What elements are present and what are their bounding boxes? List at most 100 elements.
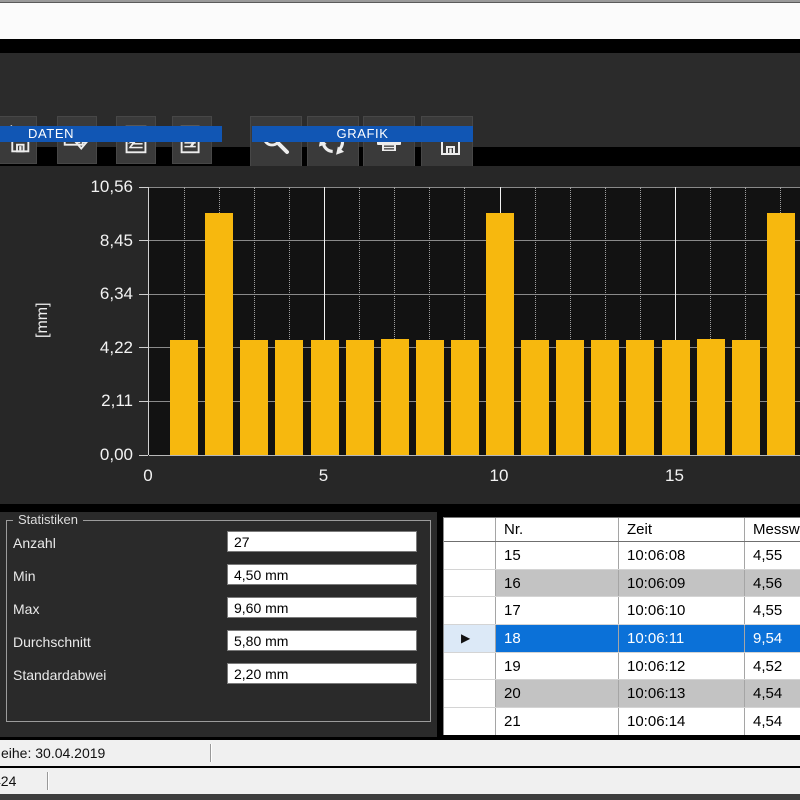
cell-zeit[interactable]: 10:06:08 xyxy=(619,542,745,569)
stat-field-anzahl[interactable] xyxy=(227,531,417,552)
row-header-cell[interactable] xyxy=(444,570,496,597)
status-separator xyxy=(47,772,49,790)
cell-messwert[interactable]: 4,56 xyxy=(745,570,800,597)
table-row[interactable]: 21 10:06:14 4,54 xyxy=(444,708,800,735)
y-axis-tick xyxy=(139,455,148,456)
measurement-bar xyxy=(451,340,479,455)
measurement-bar xyxy=(626,340,654,455)
toolbar-group-grafik-label: GRAFIK xyxy=(252,126,473,142)
status-serial-text: 424 xyxy=(0,768,16,794)
y-axis-tick xyxy=(139,240,148,241)
stat-field-standardabwei[interactable] xyxy=(227,663,417,684)
stat-field-durchschnitt[interactable] xyxy=(227,630,417,651)
measurement-bar xyxy=(170,340,198,455)
table-header-zeit[interactable]: Zeit xyxy=(619,518,745,541)
cell-messwert[interactable]: 9,54 xyxy=(745,625,800,652)
y-axis-tick xyxy=(139,347,148,348)
table-row[interactable]: 16 10:06:09 4,56 xyxy=(444,570,800,598)
y-tick-label: 2,11 xyxy=(60,391,133,411)
toolbar-group-daten-label: DATEN xyxy=(0,126,222,142)
table-header-row: Nr. Zeit Messwert xyxy=(444,518,800,542)
cell-messwert[interactable]: 4,55 xyxy=(745,542,800,569)
stat-field-min[interactable] xyxy=(227,564,417,585)
stat-label-durchschnitt: Durchschnitt xyxy=(13,633,91,651)
refresh-button[interactable] xyxy=(307,116,359,168)
x-tick-label: 0 xyxy=(128,466,168,486)
measurement-bar xyxy=(662,340,690,455)
cell-messwert[interactable]: 4,54 xyxy=(745,680,800,707)
row-header-cell[interactable] xyxy=(444,597,496,624)
table-row-selected[interactable]: ▶ 18 10:06:11 9,54 xyxy=(444,625,800,653)
table-row[interactable]: 17 10:06:10 4,55 xyxy=(444,597,800,625)
cell-zeit[interactable]: 10:06:09 xyxy=(619,570,745,597)
status-bar-date: eihe: 30.04.2019 xyxy=(0,740,800,766)
cell-nr[interactable]: 18 xyxy=(496,625,619,652)
cell-messwert[interactable]: 4,55 xyxy=(745,597,800,624)
cell-nr[interactable]: 17 xyxy=(496,597,619,624)
print-button[interactable] xyxy=(363,116,415,168)
status-date-text: eihe: 30.04.2019 xyxy=(1,740,105,766)
zoom-button[interactable] xyxy=(250,116,302,168)
table-header-nr[interactable]: Nr. xyxy=(496,518,619,541)
measurement-bar xyxy=(416,340,444,455)
toolbar: DATEN GRAFIK xyxy=(0,53,800,147)
status-bar-serial: 424 xyxy=(0,768,800,794)
row-header-cell-current[interactable]: ▶ xyxy=(444,625,496,652)
table-row[interactable]: 15 10:06:08 4,55 xyxy=(444,542,800,570)
measurement-bar xyxy=(697,339,725,455)
current-row-indicator-icon: ▶ xyxy=(461,625,470,652)
window-bottom-strip xyxy=(0,794,800,800)
cell-messwert[interactable]: 4,52 xyxy=(745,653,800,680)
daten-label: DATEN xyxy=(28,126,74,141)
y-tick-label: 6,34 xyxy=(60,284,133,304)
row-header-cell[interactable] xyxy=(444,680,496,707)
measurement-bar xyxy=(205,213,233,455)
y-tick-label: 0,00 xyxy=(60,445,133,465)
table-header-messwert[interactable]: Messwert xyxy=(745,518,800,541)
stat-label-max: Max xyxy=(13,600,39,618)
title-strip xyxy=(0,3,800,39)
y-tick-label: 4,22 xyxy=(60,338,133,358)
cell-zeit[interactable]: 10:06:13 xyxy=(619,680,745,707)
gridline-horizontal xyxy=(149,294,800,295)
measurement-bar xyxy=(346,340,374,455)
stat-field-max[interactable] xyxy=(227,597,417,618)
stat-label-min: Min xyxy=(13,567,36,585)
cell-messwert[interactable]: 4,54 xyxy=(745,708,800,735)
cell-nr[interactable]: 20 xyxy=(496,680,619,707)
table-header-rowselector[interactable] xyxy=(444,518,496,541)
bar-chart-plot-area xyxy=(148,187,800,455)
gridline-horizontal xyxy=(149,187,800,188)
cell-zeit[interactable]: 10:06:11 xyxy=(619,625,745,652)
cell-nr[interactable]: 19 xyxy=(496,653,619,680)
measurement-bar xyxy=(275,340,303,455)
measurement-bar xyxy=(591,340,619,455)
cell-zeit[interactable]: 10:06:12 xyxy=(619,653,745,680)
y-axis-tick xyxy=(139,401,148,402)
gridline-horizontal xyxy=(149,240,800,241)
statistics-groupbox-title: Statistiken xyxy=(13,512,83,527)
table-row[interactable]: 20 10:06:13 4,54 xyxy=(444,680,800,708)
cell-nr[interactable]: 21 xyxy=(496,708,619,735)
measurement-bar xyxy=(311,340,339,455)
cell-zeit[interactable]: 10:06:14 xyxy=(619,708,745,735)
measurement-bar xyxy=(767,213,795,455)
table-row[interactable]: 19 10:06:12 4,52 xyxy=(444,653,800,681)
measurement-table: Nr. Zeit Messwert 15 10:06:08 4,55 16 10… xyxy=(443,517,800,735)
measurement-bar xyxy=(486,213,514,455)
measurement-bar xyxy=(521,340,549,455)
measurement-bar xyxy=(381,339,409,455)
row-header-cell[interactable] xyxy=(444,708,496,735)
chart-y-axis-unit-label: [mm] xyxy=(34,273,56,367)
x-tick-label: 10 xyxy=(479,466,519,486)
cell-nr[interactable]: 16 xyxy=(496,570,619,597)
grafik-label: GRAFIK xyxy=(337,126,389,141)
stat-label-standardabwei: Standardabwei xyxy=(13,666,106,684)
save-graphic-button[interactable] xyxy=(421,116,473,168)
bottom-section: Statistiken Anzahl Min Max Durchschnitt … xyxy=(0,512,800,740)
cell-zeit[interactable]: 10:06:10 xyxy=(619,597,745,624)
row-header-cell[interactable] xyxy=(444,542,496,569)
y-axis-tick xyxy=(139,294,148,295)
cell-nr[interactable]: 15 xyxy=(496,542,619,569)
row-header-cell[interactable] xyxy=(444,653,496,680)
